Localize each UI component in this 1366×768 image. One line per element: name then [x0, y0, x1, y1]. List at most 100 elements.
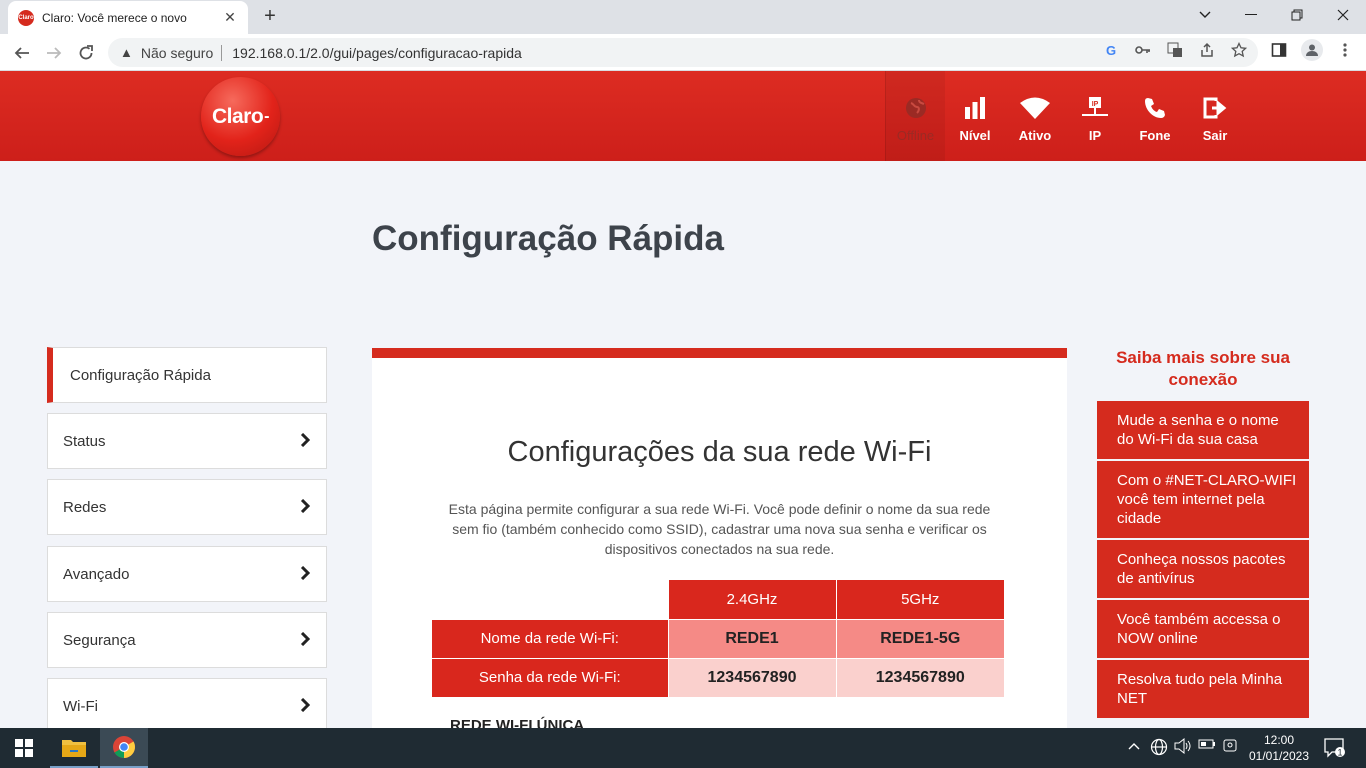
wifi-config-heading: Configurações da sua rede Wi-Fi	[507, 436, 932, 468]
sidebar-item-status[interactable]: Status	[47, 413, 327, 469]
link-now-online[interactable]: Você também accessa o NOW online	[1097, 600, 1309, 658]
wifi-icon	[1020, 96, 1050, 120]
chevron-right-icon	[300, 631, 311, 650]
column-header-24ghz: 2.4GHz	[667, 580, 836, 619]
tab-title: Claro: Você merece o novo	[42, 10, 187, 25]
sidebar-item-redes[interactable]: Redes	[47, 479, 327, 535]
row-label-password: Senha da rede Wi-Fi:	[432, 657, 668, 697]
notification-count: 1	[1337, 748, 1342, 758]
claro-logo[interactable]: Claro -	[201, 77, 280, 156]
nav-label: Offline	[896, 128, 935, 143]
address-bar[interactable]: ▲ Não seguro 192.168.0.1/2.0/gui/pages/c…	[108, 38, 1258, 67]
bookmark-star-icon[interactable]	[1229, 40, 1249, 60]
volume-icon[interactable]	[1174, 737, 1192, 757]
nav-sair[interactable]: Sair	[1185, 71, 1245, 161]
wifi-settings-table: 2.4GHz 5GHz Nome da rede Wi-Fi: REDE1 RE…	[432, 580, 1004, 697]
link-minha-net[interactable]: Resolva tudo pela Minha NET	[1097, 660, 1309, 718]
taskbar-clock[interactable]: 12:00 01/01/2023	[1244, 732, 1314, 764]
url-text[interactable]: 192.168.0.1/2.0/gui/pages/configuracao-r…	[232, 45, 522, 61]
sidebar-item-label: Status	[63, 432, 106, 450]
new-tab-button[interactable]: +	[258, 4, 282, 28]
table-corner-cell	[432, 580, 668, 619]
nav-label: Sair	[1202, 128, 1228, 143]
restore-button[interactable]	[1274, 0, 1320, 30]
logo-text: Claro	[211, 104, 264, 128]
warning-icon[interactable]: ▲	[120, 45, 133, 60]
site-header: Claro - Offline Nível Ativo IP IP Fone Sa…	[0, 71, 1366, 161]
network-name-5ghz: REDE1-5G	[835, 618, 1004, 658]
globe-icon	[905, 96, 927, 120]
side-panel-icon[interactable]	[1269, 40, 1289, 60]
wifi-config-card: Configurações da sua rede Wi-Fi Esta pág…	[372, 348, 1067, 728]
sidebar-item-avancado[interactable]: Avançado	[47, 546, 327, 602]
translate-icon[interactable]	[1165, 40, 1185, 60]
nav-ip[interactable]: IP IP	[1065, 71, 1125, 161]
network-globe-icon[interactable]	[1150, 738, 1168, 759]
signal-bars-icon	[964, 96, 986, 120]
claro-favicon: Claro	[18, 9, 34, 26]
password-24ghz: 1234567890	[667, 657, 836, 697]
tab-search-icon[interactable]	[1182, 0, 1228, 30]
logout-icon	[1203, 96, 1227, 120]
column-header-5ghz: 5GHz	[835, 580, 1004, 619]
clock-time: 12:00	[1263, 733, 1295, 747]
link-net-claro-wifi[interactable]: Com o #NET-CLARO-WIFI você tem internet …	[1097, 461, 1309, 538]
nav-label: IP	[1088, 128, 1102, 143]
sidebar-item-label: Configuração Rápida	[70, 366, 211, 384]
nav-offline[interactable]: Offline	[885, 71, 945, 161]
windows-start-icon[interactable]	[0, 728, 48, 768]
close-window-button[interactable]	[1320, 0, 1366, 30]
sidebar-item-label: Redes	[63, 498, 107, 516]
nav-label: Fone	[1139, 128, 1171, 143]
single-wifi-subheading: REDE WI-FI ÚNICA	[450, 717, 585, 728]
sidebar-item-wifi[interactable]: Wi-Fi	[47, 678, 327, 734]
nav-ativo[interactable]: Ativo	[1005, 71, 1065, 161]
notifications-icon[interactable]: 1	[1324, 737, 1346, 762]
sidebar-item-seguranca[interactable]: Segurança	[47, 612, 327, 668]
phone-icon	[1144, 96, 1166, 120]
password-5ghz: 1234567890	[835, 657, 1004, 697]
back-icon[interactable]	[8, 39, 36, 67]
key-icon[interactable]	[1133, 40, 1153, 60]
share-icon[interactable]	[1197, 40, 1217, 60]
nav-fone[interactable]: Fone	[1125, 71, 1185, 161]
browser-tab[interactable]: Claro Claro: Você merece o novo ✕	[8, 1, 248, 34]
reload-icon[interactable]	[72, 39, 100, 67]
sidebar-item-configuracao-rapida[interactable]: Configuração Rápida	[47, 347, 327, 403]
battery-icon[interactable]	[1198, 738, 1216, 753]
page-title: Configuração Rápida	[372, 219, 724, 258]
nav-label: Nível	[959, 128, 991, 143]
browser-toolbar: ▲ Não seguro 192.168.0.1/2.0/gui/pages/c…	[0, 34, 1366, 71]
table-header-row: 2.4GHz 5GHz	[432, 580, 1004, 619]
link-antivirus[interactable]: Conheça nossos pacotes de antivírus	[1097, 540, 1309, 598]
svg-text:IP: IP	[1092, 101, 1099, 108]
ip-network-icon: IP	[1082, 96, 1108, 120]
meet-now-icon[interactable]	[1222, 738, 1238, 757]
omnibox-separator	[221, 44, 223, 61]
sidebar-item-label: Segurança	[63, 631, 136, 649]
chevron-right-icon	[300, 565, 311, 584]
file-explorer-icon[interactable]	[50, 728, 98, 768]
clock-date: 01/01/2023	[1248, 749, 1310, 763]
forward-icon[interactable]	[40, 39, 68, 67]
chevron-right-icon	[300, 432, 311, 451]
profile-avatar-icon[interactable]	[1301, 39, 1323, 61]
wifi-config-description: Esta página permite configurar a sua red…	[448, 501, 991, 557]
security-label[interactable]: Não seguro	[141, 45, 213, 61]
nav-nivel[interactable]: Nível	[945, 71, 1005, 161]
browser-tab-strip: Claro Claro: Você merece o novo ✕ +	[0, 0, 1366, 34]
sidebar-item-label: Avançado	[63, 565, 130, 583]
windows-taskbar: 12:00 01/01/2023 1	[0, 728, 1366, 768]
nav-label: Ativo	[1018, 128, 1052, 143]
network-name-24ghz: REDE1	[667, 618, 836, 658]
row-label-network-name: Nome da rede Wi-Fi:	[432, 618, 668, 658]
show-hidden-icons-icon[interactable]	[1128, 738, 1140, 753]
close-tab-icon[interactable]: ✕	[222, 9, 238, 26]
chrome-menu-icon[interactable]	[1335, 40, 1355, 60]
table-row: Nome da rede Wi-Fi: REDE1 REDE1-5G	[432, 618, 1004, 658]
learn-more-title: Saiba mais sobre sua conexão	[1116, 348, 1290, 389]
minimize-button[interactable]	[1228, 0, 1274, 30]
chrome-taskbar-icon[interactable]	[100, 728, 148, 768]
link-change-wifi-password[interactable]: Mude a senha e o nome do Wi-Fi da sua ca…	[1097, 401, 1309, 459]
google-icon[interactable]: G	[1101, 40, 1121, 60]
